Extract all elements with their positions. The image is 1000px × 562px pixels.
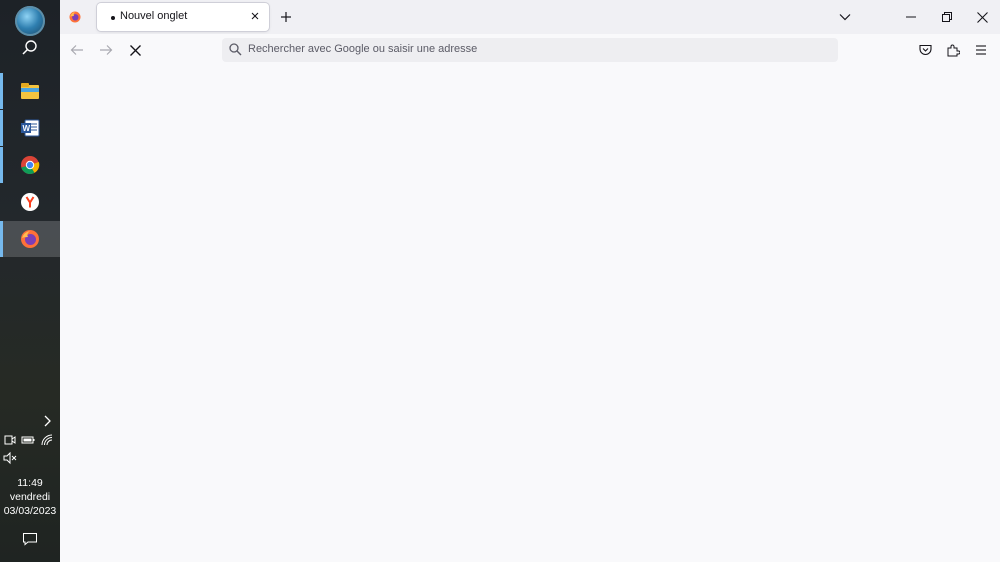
arrow-right-icon xyxy=(100,45,113,55)
taskbar-yandex[interactable] xyxy=(0,184,60,220)
extensions-button[interactable] xyxy=(944,41,962,59)
list-all-tabs-button[interactable] xyxy=(836,8,854,26)
active-indicator xyxy=(0,110,3,146)
chrome-icon xyxy=(21,156,40,175)
restore-icon xyxy=(942,12,952,22)
chevron-down-icon xyxy=(839,14,851,21)
page-content[interactable] xyxy=(60,66,1000,562)
taskbar-word[interactable]: W xyxy=(0,110,60,146)
taskbar-chrome[interactable] xyxy=(0,147,60,183)
active-indicator xyxy=(0,221,3,257)
minimize-icon xyxy=(906,16,916,18)
arrow-left-icon xyxy=(70,45,83,55)
chevron-right-icon[interactable] xyxy=(40,414,54,428)
pocket-button[interactable] xyxy=(916,41,934,59)
hamburger-menu-icon xyxy=(976,45,986,55)
loading-dot-icon xyxy=(111,16,115,20)
taskbar: W 11:49 vendredi 03/03/2023 xyxy=(0,0,60,562)
close-icon xyxy=(976,11,988,23)
pocket-icon xyxy=(918,44,932,55)
start-button[interactable] xyxy=(15,6,45,36)
folder-icon xyxy=(21,83,39,99)
application-menu-button[interactable] xyxy=(972,41,990,59)
url-bar-placeholder: Rechercher avec Google ou saisir une adr… xyxy=(248,43,478,55)
clock-time: 11:49 xyxy=(17,477,43,489)
url-bar[interactable]: Rechercher avec Google ou saisir une adr… xyxy=(222,38,838,62)
taskbar-firefox[interactable] xyxy=(0,221,60,257)
forward-button[interactable] xyxy=(97,41,115,59)
puzzle-icon xyxy=(947,44,960,56)
search-icon[interactable] xyxy=(20,38,40,58)
system-clock[interactable]: 11:49 vendredi 03/03/2023 xyxy=(0,476,60,518)
firefox-icon xyxy=(21,230,39,248)
active-indicator xyxy=(0,73,3,109)
tab-title: Nouvel onglet xyxy=(120,10,188,22)
active-indicator xyxy=(0,147,3,183)
close-window-button[interactable] xyxy=(967,8,997,26)
volume-muted-icon[interactable] xyxy=(3,451,17,465)
tab-new-tab[interactable]: Nouvel onglet xyxy=(97,3,269,31)
taskbar-file-explorer[interactable] xyxy=(0,73,60,109)
wifi-icon[interactable] xyxy=(40,433,54,447)
tab-bar: Nouvel onglet xyxy=(60,0,1000,34)
word-icon: W xyxy=(21,119,40,137)
firefox-view-button[interactable] xyxy=(65,8,85,26)
stop-loading-button[interactable] xyxy=(126,41,144,59)
navigation-toolbar: Rechercher avec Google ou saisir une adr… xyxy=(60,34,1000,67)
meet-now-icon[interactable] xyxy=(3,433,17,447)
close-tab-icon[interactable] xyxy=(248,9,262,23)
new-tab-button[interactable] xyxy=(277,8,295,26)
battery-icon[interactable] xyxy=(21,433,35,447)
stop-icon xyxy=(129,44,141,56)
plus-icon xyxy=(281,12,291,22)
minimize-button[interactable] xyxy=(896,8,926,26)
clock-date: 03/03/2023 xyxy=(3,505,57,517)
clock-day: vendredi xyxy=(9,491,51,503)
notification-icon[interactable] xyxy=(22,532,38,546)
yandex-icon xyxy=(21,193,39,211)
svg-text:W: W xyxy=(23,124,31,133)
search-icon xyxy=(229,43,242,56)
firefox-icon xyxy=(69,11,81,23)
back-button[interactable] xyxy=(68,41,86,59)
restore-button[interactable] xyxy=(932,8,962,26)
